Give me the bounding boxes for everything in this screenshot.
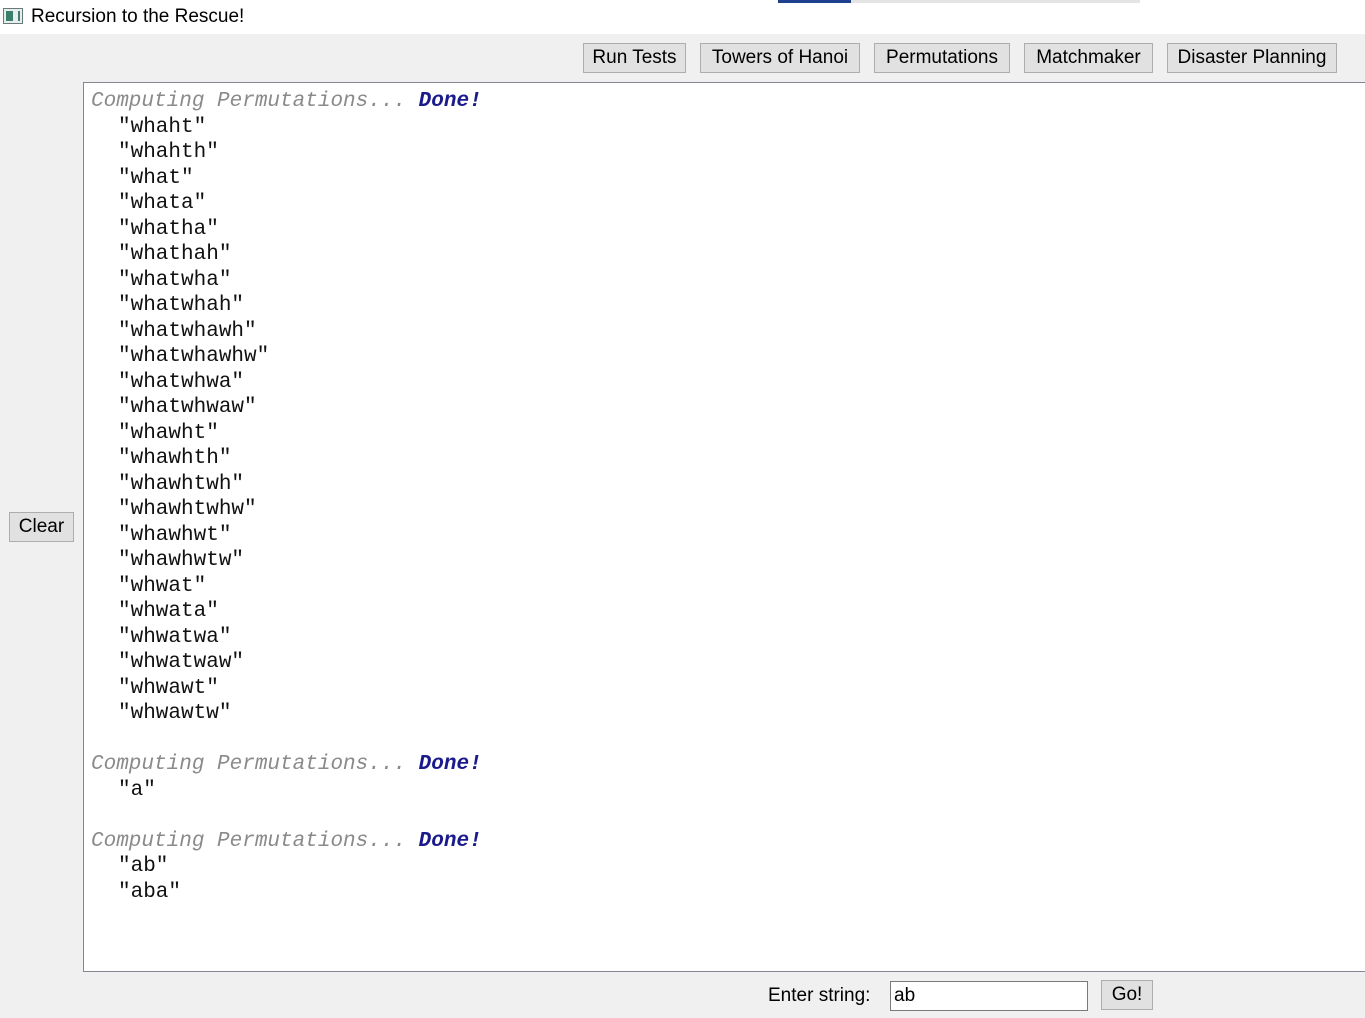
console-content: Computing Permutations... Done! "whaht" "w… [91, 89, 482, 905]
tab-strip-active-indicator [778, 0, 851, 3]
permutation-result: "whaht" [118, 115, 207, 139]
permutation-result: "whatwhwa" [118, 370, 245, 394]
permutation-output-block: Computing Permutations... Done! "whaht" "w… [91, 89, 482, 727]
permutation-result: "whawhwtw" [118, 549, 245, 572]
computing-status-text: Computing Permutations... [91, 753, 407, 776]
app-icon [3, 8, 23, 24]
computing-status-text: Computing Permutations... [91, 829, 407, 853]
computing-status-text: Computing Permutations... [91, 90, 407, 113]
permutation-result: "a" [118, 778, 156, 802]
permutation-result: "whwata" [118, 600, 219, 623]
permutation-result: "whata" [118, 192, 207, 215]
go-button[interactable]: Go! [1101, 980, 1153, 1010]
permutation-result: "whahth" [118, 141, 219, 164]
window-title: Recursion to the Rescue! [31, 6, 245, 27]
done-status-text: Done! [418, 753, 482, 776]
permutation-result: "whawhtwh" [118, 472, 245, 496]
permutation-result: "whatwha" [118, 268, 232, 292]
permutation-result: "whwatwa" [118, 625, 232, 649]
clear-button[interactable]: Clear [9, 512, 74, 542]
enter-string-label: Enter string: [768, 985, 871, 1006]
permutation-result: "whatha" [118, 217, 219, 241]
permutation-output-block: Computing Permutations... Done! "a" [91, 752, 482, 803]
disaster-planning-button[interactable]: Disaster Planning [1167, 43, 1337, 73]
run-tests-button[interactable]: Run Tests [583, 43, 686, 73]
permutation-result: "aba" [118, 880, 182, 904]
status-line: Computing Permutations... Done! [91, 829, 482, 855]
permutation-result: "whwawt" [118, 676, 219, 700]
permutation-result: "whawhtwhw" [118, 498, 257, 521]
permutation-result: "what" [118, 166, 194, 190]
permutation-result: "whathah" [118, 243, 232, 266]
matchmaker-button[interactable]: Matchmaker [1024, 43, 1153, 73]
permutation-result: "whatwhawhw" [118, 345, 270, 368]
permutation-result: "whawhth" [118, 447, 232, 470]
permutation-result: "whatwhwaw" [118, 396, 257, 419]
done-status-text: Done! [418, 90, 482, 113]
string-input[interactable] [890, 981, 1088, 1011]
permutation-output-block: Computing Permutations... Done! "ab" "aba" [91, 829, 482, 906]
output-console[interactable]: Computing Permutations... Done! "whaht" "w… [83, 82, 1365, 972]
permutation-result: "ab" [118, 855, 169, 878]
permutation-result: "whawhwt" [118, 523, 232, 547]
title-bar: Recursion to the Rescue! [0, 0, 1365, 34]
permutation-result: "whwat" [118, 574, 207, 598]
permutation-result: "whatwhawh" [118, 319, 257, 343]
status-line: Computing Permutations... Done! [91, 89, 482, 115]
permutation-result: "whatwhah" [118, 294, 245, 317]
permutation-result: "whwatwaw" [118, 651, 245, 674]
towers-of-hanoi-button[interactable]: Towers of Hanoi [700, 43, 860, 73]
status-line: Computing Permutations... Done! [91, 752, 482, 778]
permutation-result: "whwawtw" [118, 702, 232, 725]
permutation-result: "whawht" [118, 421, 219, 445]
permutations-button[interactable]: Permutations [874, 43, 1010, 73]
done-status-text: Done! [418, 829, 482, 853]
